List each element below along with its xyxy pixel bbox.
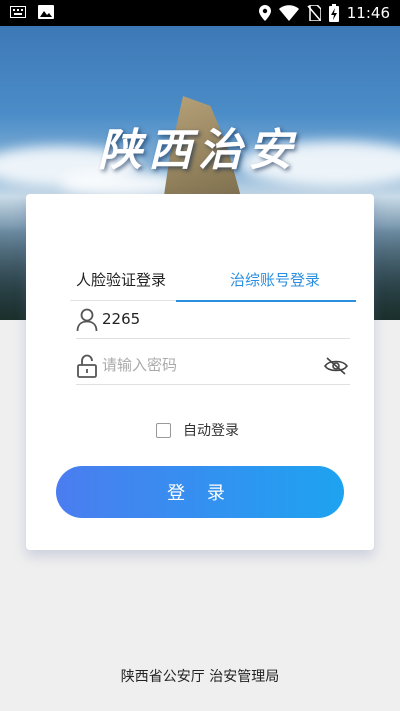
wifi-icon: [278, 5, 299, 21]
no-sim-icon: [307, 5, 321, 21]
auto-login-label: 自动登录: [183, 423, 239, 439]
image-icon: [38, 5, 54, 19]
username-field: [76, 302, 350, 339]
status-bar: 11:46: [0, 0, 400, 26]
battery-charging-icon: [328, 4, 339, 22]
login-tabs: 人脸验证登录 治综账号登录: [70, 270, 356, 301]
tab-face-login[interactable]: 人脸验证登录: [76, 270, 166, 290]
auto-login-option[interactable]: 自动登录: [156, 420, 239, 440]
eye-hidden-icon[interactable]: [324, 356, 348, 376]
password-input[interactable]: [102, 353, 312, 377]
app-title: 陕西治安: [98, 125, 298, 176]
status-time: 11:46: [346, 4, 390, 22]
tab-account-login[interactable]: 治综账号登录: [230, 270, 320, 290]
status-bar-left: [10, 5, 54, 19]
password-field: [76, 348, 350, 385]
footer-text: 陕西省公安厅 治安管理局: [120, 669, 280, 685]
login-card: 人脸验证登录 治综账号登录 自动登录 登 录: [26, 194, 374, 550]
username-input[interactable]: [102, 307, 312, 331]
user-icon: [76, 308, 98, 332]
keyboard-icon: [10, 6, 26, 18]
location-icon: [258, 5, 271, 21]
status-bar-right: 11:46: [258, 3, 390, 23]
auto-login-checkbox[interactable]: [156, 422, 171, 438]
login-button[interactable]: 登 录: [56, 466, 344, 518]
lock-icon: [77, 354, 97, 378]
